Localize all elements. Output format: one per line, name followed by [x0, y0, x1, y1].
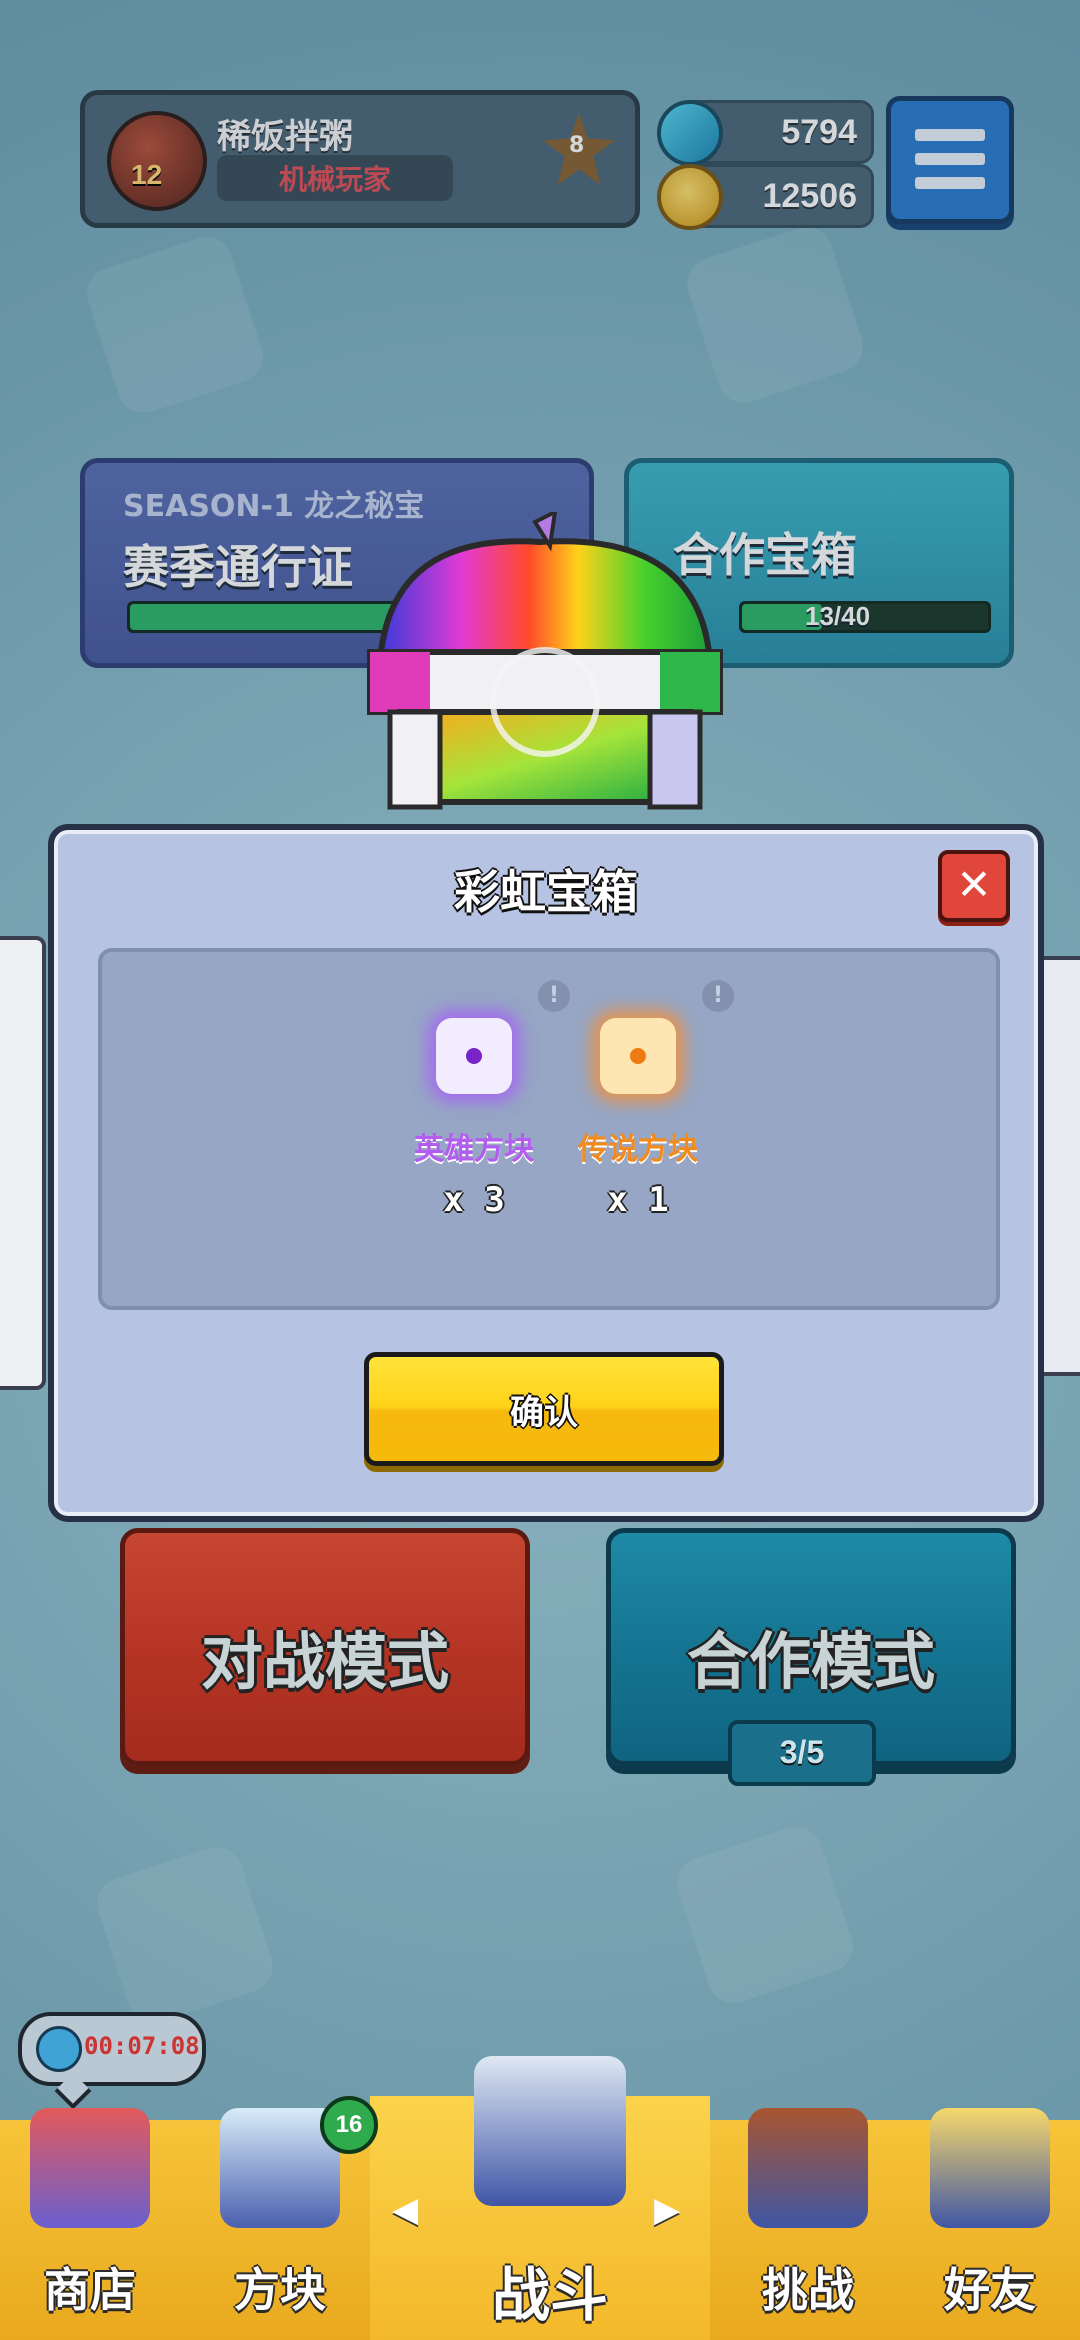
nav-label: 战斗 [491, 2261, 608, 2329]
battle-mode-button[interactable]: 对战模式 [120, 1528, 530, 1766]
close-button[interactable]: ✕ [938, 850, 1010, 922]
dice-notification-badge: 16 [320, 2096, 378, 2154]
info-icon[interactable]: ! [538, 980, 570, 1012]
close-icon: ✕ [956, 860, 992, 909]
reward-name: 传说方块 [578, 1132, 698, 1167]
rainbow-chest-icon [367, 512, 723, 810]
nav-battle[interactable]: 战斗 [460, 2048, 640, 2340]
nav-label: 挑战 [762, 2263, 854, 2317]
nav-label: 好友 [944, 2263, 1036, 2317]
nav-challenge[interactable]: 挑战 [718, 2100, 898, 2340]
shop-timer: 00:07:08 [18, 2012, 206, 2110]
coop-mode-count: 3/5 [779, 1734, 825, 1770]
nav-label: 商店 [44, 2263, 136, 2317]
chest-reward-dialog: 彩虹宝箱 ✕ ! 英雄方块 x 3 ! 传说方块 x 1 确认 [48, 824, 1044, 1522]
clock-icon [36, 2026, 82, 2072]
battle-icon [474, 2056, 626, 2206]
nav-friends[interactable]: 好友 [900, 2100, 1080, 2340]
battle-mode-label: 对战模式 [200, 1625, 449, 1698]
legend-dice-icon: ! [600, 980, 734, 1094]
nav-label: 方块 [234, 2263, 326, 2317]
coop-mode-label: 合作模式 [686, 1625, 935, 1698]
nav-shop[interactable]: 商店 [0, 2100, 180, 2340]
reward-name: 英雄方块 [414, 1132, 534, 1167]
confirm-label: 确认 [510, 1393, 578, 1433]
nav-right-arrow-icon[interactable]: ▶ [654, 2190, 680, 2230]
reward-legend-block[interactable]: ! 传说方块 x 1 [548, 980, 734, 1220]
reward-list: ! 英雄方块 x 3 ! 传说方块 x 1 [98, 948, 1000, 1310]
shop-icon [30, 2108, 150, 2228]
left-side-panel [0, 936, 46, 1390]
reward-count: x 1 [607, 1180, 669, 1220]
challenge-icon [748, 2108, 868, 2228]
reward-count: x 3 [443, 1180, 505, 1220]
info-icon[interactable]: ! [702, 980, 734, 1012]
coop-mode-count-badge: 3/5 [728, 1720, 876, 1786]
friend-icon [930, 2108, 1050, 2228]
dialog-title: 彩虹宝箱 [454, 865, 638, 919]
nav-left-arrow-icon[interactable]: ◀ [392, 2190, 418, 2230]
timer-text: 00:07:08 [84, 2032, 200, 2060]
confirm-button[interactable]: 确认 [364, 1352, 724, 1466]
reward-hero-block[interactable]: ! 英雄方块 x 3 [384, 980, 570, 1220]
hero-dice-icon: ! [436, 980, 570, 1094]
